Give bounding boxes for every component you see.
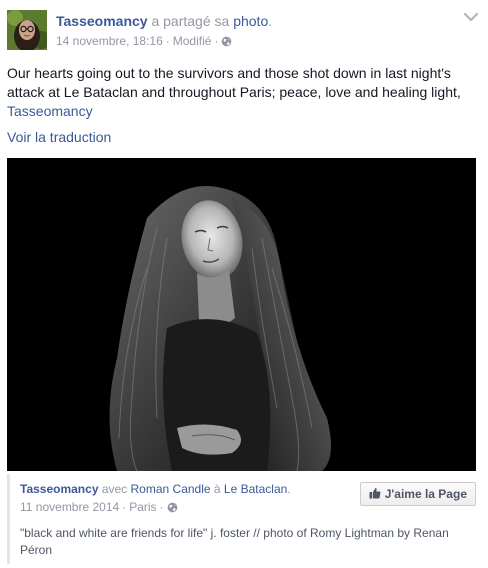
like-page-button[interactable]: J'aime la Page (359, 482, 476, 506)
post-header: Tasseomancy a partagé sa photo. (56, 12, 272, 30)
facebook-post: Tasseomancy a partagé sa photo. 14 novem… (0, 0, 488, 568)
tagged-person-link[interactable]: Roman Candle (131, 482, 211, 496)
post-meta: 14 novembre, 18:16 · Modifié · (56, 34, 232, 50)
place-link[interactable]: Le Bataclan (224, 482, 287, 496)
meta-separator: · (165, 34, 170, 48)
meta-separator: · (159, 500, 164, 514)
thumbs-up-icon (369, 487, 381, 502)
attachment-caption: "black and white are friends for life" j… (20, 526, 449, 557)
like-page-label: J'aime la Page (384, 487, 467, 501)
avatar[interactable] (7, 10, 47, 50)
attachment-author[interactable]: Tasseomancy (20, 482, 99, 496)
attachment-header: Tasseomancy avec Roman Candle à Le Batac… (20, 482, 291, 496)
post-photo[interactable] (7, 158, 476, 471)
post-timestamp[interactable]: 14 novembre, 18:16 (56, 34, 163, 48)
message-text: Our hearts going out to the survivors an… (7, 65, 461, 100)
action-text: a partagé sa (147, 13, 234, 29)
globe-icon[interactable] (167, 502, 178, 516)
post-message: Our hearts going out to the survivors an… (7, 64, 481, 121)
globe-icon[interactable] (221, 36, 232, 50)
author-name[interactable]: Tasseomancy (56, 13, 148, 29)
attachment-with-text: avec (98, 482, 131, 496)
attachment-date[interactable]: 11 novembre 2014 (20, 500, 119, 514)
attachment-meta: 11 novembre 2014 · Paris · (20, 500, 178, 516)
shared-photo-attachment: Tasseomancy avec Roman Candle à Le Batac… (7, 474, 476, 564)
message-tag-link[interactable]: Tasseomancy (7, 103, 93, 119)
action-end: . (268, 13, 273, 29)
see-translation-link[interactable]: Voir la traduction (7, 129, 111, 145)
meta-separator: · (214, 34, 219, 48)
attachment-end: . (287, 482, 291, 496)
attachment-location[interactable]: Paris (129, 500, 156, 514)
meta-separator: · (122, 500, 127, 514)
attachment-at-text: à (210, 482, 224, 496)
photo-link[interactable]: photo (233, 13, 268, 29)
edited-label[interactable]: Modifié (173, 34, 212, 48)
chevron-down-icon[interactable] (462, 10, 480, 24)
